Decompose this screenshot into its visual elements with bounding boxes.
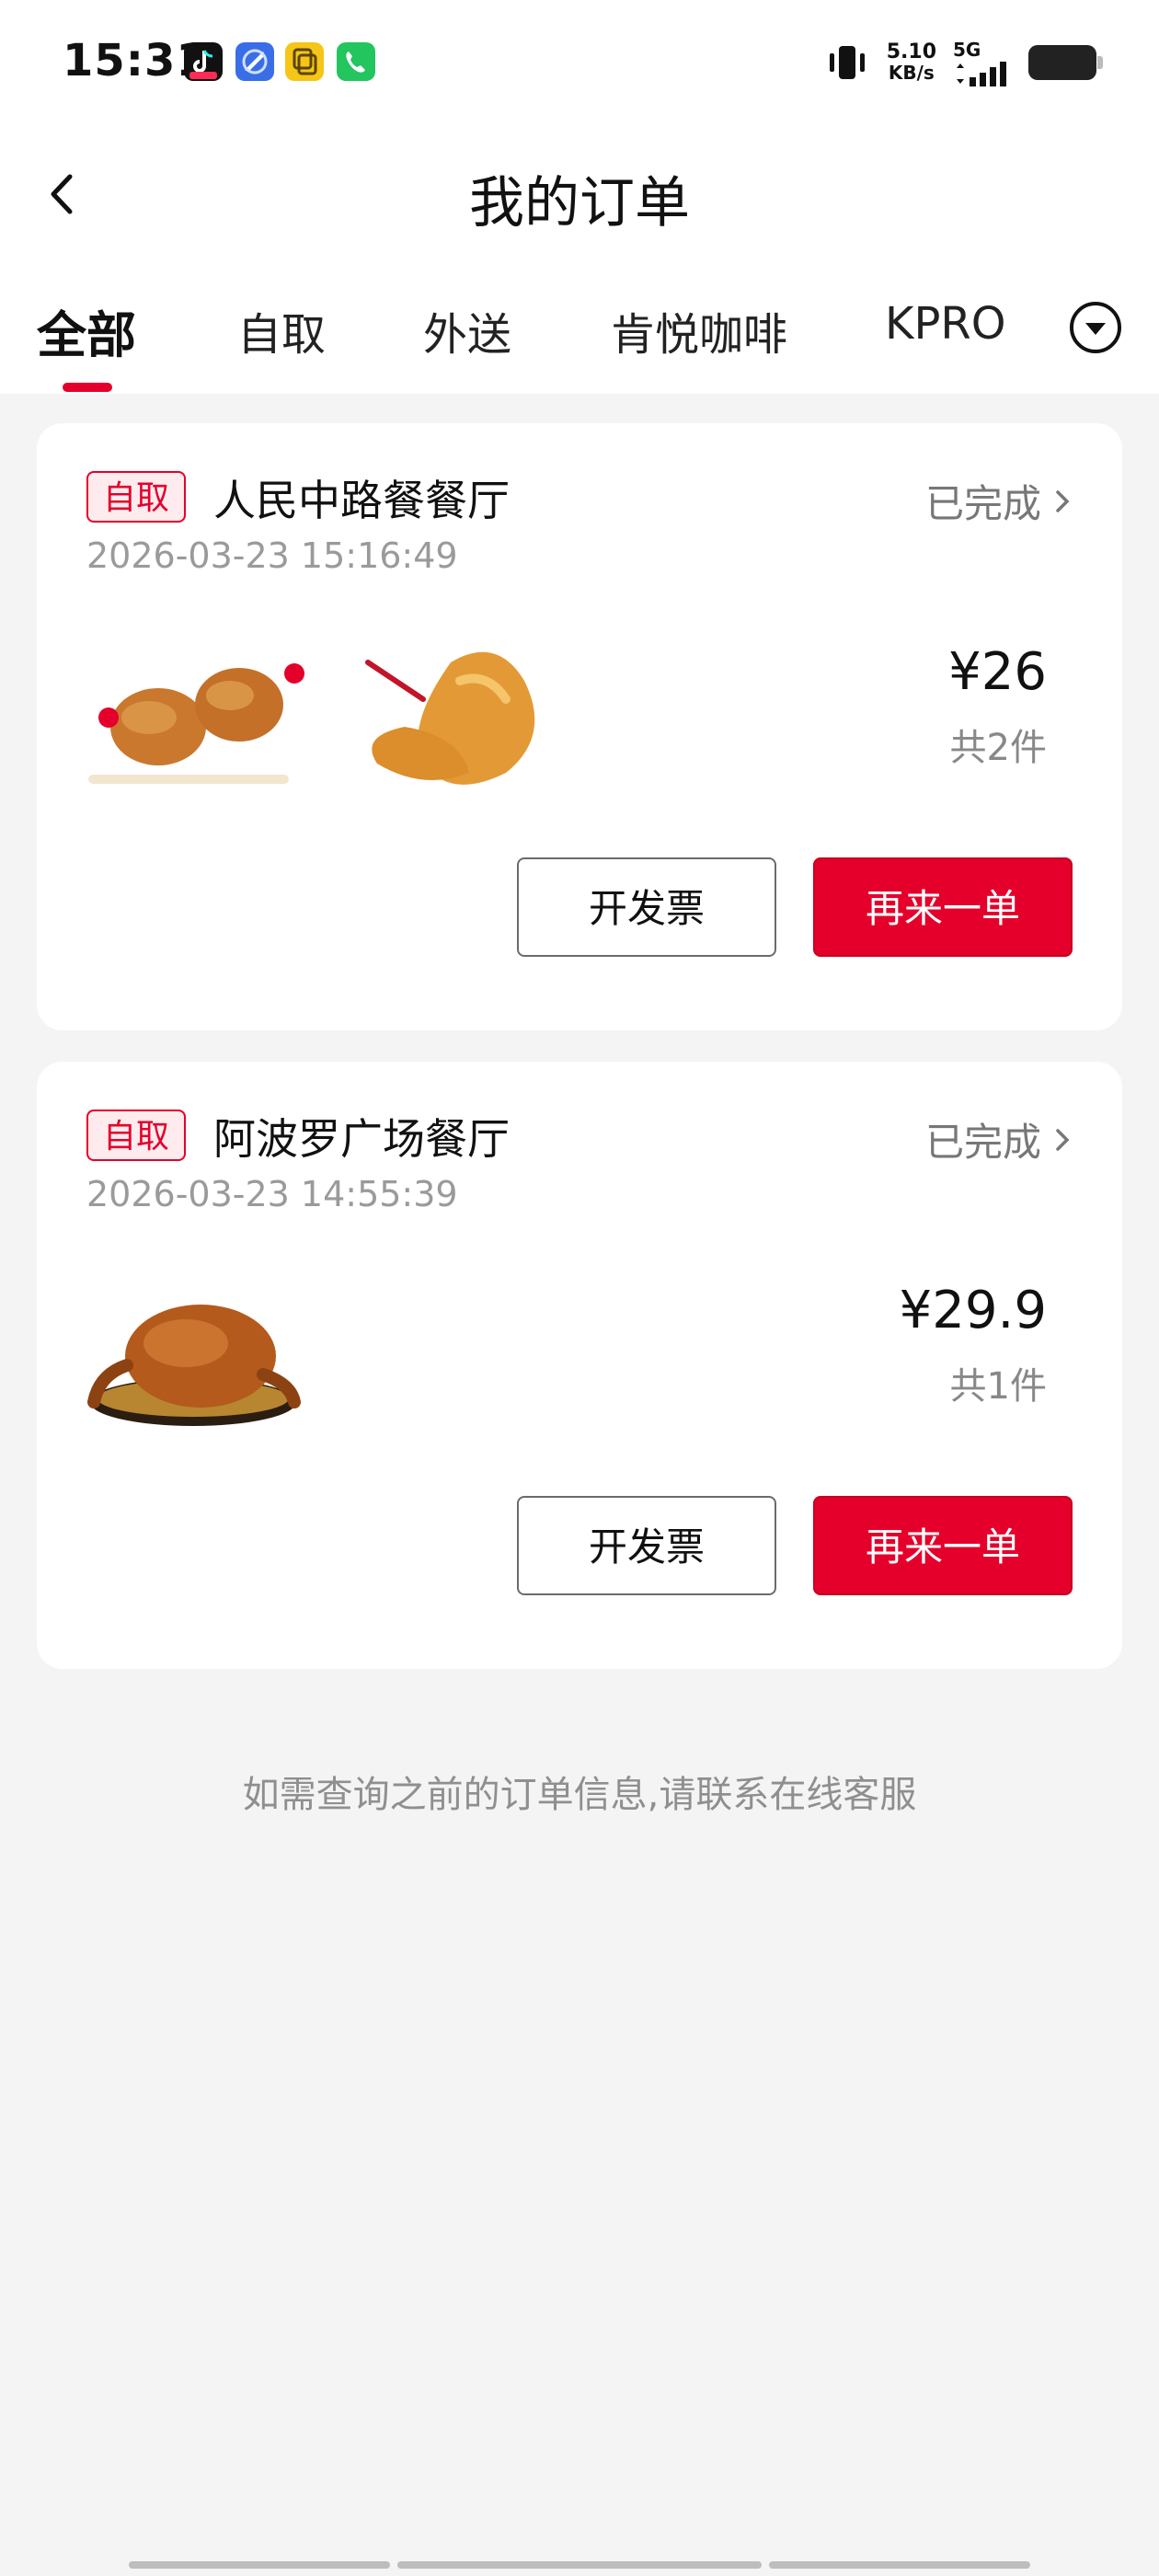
gesture-bar-segment — [769, 2561, 1030, 2569]
browser-icon — [235, 42, 274, 81]
signal-icon — [957, 62, 1006, 86]
status-indicators: 5.10 KB/s 5G — [824, 37, 1103, 88]
product-image-nuggets — [83, 626, 331, 800]
reorder-button[interactable]: 再来一单 — [813, 1496, 1073, 1595]
gesture-bar-segment — [397, 2561, 762, 2569]
dropdown-circle-icon — [1070, 302, 1121, 353]
tab-kcoffee[interactable]: 肯悦咖啡 — [611, 298, 787, 362]
product-image-fried-chicken — [340, 626, 589, 800]
order-card[interactable]: 自取 人民中路餐餐厅 已完成 2026-03-23 15:16:49 ¥26 共… — [37, 423, 1122, 1030]
net-speed: 5.10 KB/s — [886, 40, 936, 84]
order-price: ¥29.9 — [899, 1281, 1047, 1340]
status-bar: 15:31 5.10 KB/s 5G — [0, 0, 1159, 125]
signal-block: 5G — [953, 39, 1012, 86]
page-header: 我的订单 — [0, 125, 1159, 263]
more-tabs-button[interactable] — [1068, 300, 1123, 355]
pickup-badge: 自取 — [86, 471, 186, 523]
order-status: 已完成 — [924, 481, 1041, 526]
tab-all[interactable]: 全部 — [37, 294, 136, 367]
order-quantity: 共1件 — [949, 1365, 1047, 1408]
invoice-button[interactable]: 开发票 — [517, 1496, 776, 1595]
douyin-icon — [184, 42, 223, 81]
history-order-note: 如需查询之前的订单信息,请联系在线客服 — [242, 1774, 917, 1816]
order-time: 2026-03-23 14:55:39 — [86, 1174, 458, 1214]
battery-icon — [1028, 45, 1103, 80]
tab-kpro[interactable]: KPRO — [885, 298, 1006, 350]
invoice-button[interactable]: 开发票 — [517, 857, 776, 957]
pickup-badge: 自取 — [86, 1110, 186, 1161]
tab-delivery[interactable]: 外送 — [423, 298, 511, 362]
store-name: 阿波罗广场餐厅 — [213, 1114, 510, 1164]
order-price: ¥26 — [948, 642, 1047, 702]
order-quantity: 共2件 — [949, 727, 1047, 769]
phone-app-icon — [337, 42, 375, 81]
order-card[interactable]: 自取 阿波罗广场餐厅 已完成 2026-03-23 14:55:39 ¥29.9… — [37, 1062, 1122, 1669]
product-image-roast-chicken — [83, 1264, 331, 1439]
order-type-tabs: 全部 自取 外送 肯悦咖啡 KPRO — [0, 263, 1159, 394]
reorder-button[interactable]: 再来一单 — [813, 857, 1073, 957]
order-status: 已完成 — [924, 1120, 1041, 1165]
vibrate-icon — [829, 46, 865, 79]
page-title: 我的订单 — [469, 171, 690, 236]
tab-pickup[interactable]: 自取 — [237, 298, 326, 362]
chevron-right-icon — [1056, 1128, 1070, 1151]
network-type: 5G — [953, 39, 981, 61]
gesture-bar-segment — [129, 2561, 390, 2569]
order-status-link[interactable]: 已完成 — [925, 473, 1073, 529]
order-time: 2026-03-23 15:16:49 — [86, 535, 458, 576]
store-name: 人民中路餐餐厅 — [213, 476, 510, 525]
active-tab-indicator — [63, 383, 112, 392]
order-status-link[interactable]: 已完成 — [925, 1111, 1073, 1167]
copy-app-icon — [285, 42, 324, 81]
chevron-right-icon — [1056, 489, 1070, 512]
